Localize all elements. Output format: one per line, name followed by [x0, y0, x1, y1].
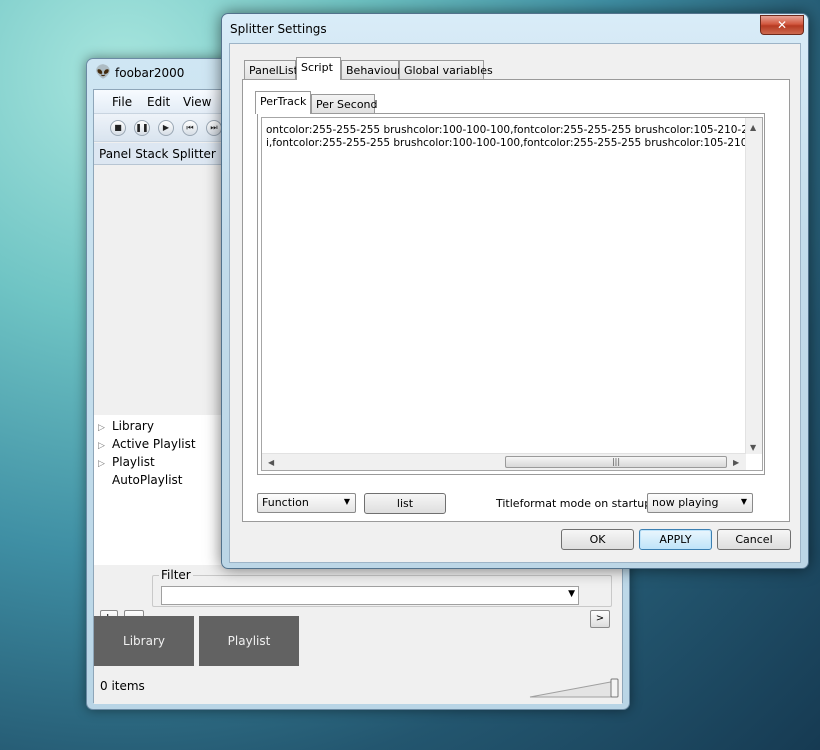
next-icon[interactable]: ⏭ [206, 120, 222, 136]
tree-item-label: Library [112, 419, 154, 433]
chevron-down-icon[interactable]: ▼ [741, 497, 747, 506]
tree-item-autoplaylist[interactable]: AutoPlaylist [98, 473, 183, 487]
script-line: ontcolor:255-255-255 brushcolor:100-100-… [266, 124, 763, 136]
chevron-down-icon[interactable]: ▼ [568, 589, 575, 599]
foobar-window-title: foobar2000 [115, 66, 185, 80]
status-items-count: 0 items [100, 679, 145, 693]
library-tree: ▷ Library ▷ Active Playlist ▷ Playlist Auto… [94, 415, 222, 565]
scroll-down-icon[interactable]: ▼ [750, 443, 756, 452]
script-line: i,fontcolor:255-255-255 brushcolor:100-1… [266, 137, 763, 149]
tree-item-label: Active Playlist [112, 437, 196, 451]
library-lower-panel: L ... Filter ▼ > Library Playlist 0 item… [94, 565, 622, 704]
volume-track [529, 680, 617, 698]
tab-playlist[interactable]: Playlist [199, 616, 299, 666]
pertrack-panel: ontcolor:255-255-255 brushcolor:100-100-… [257, 113, 765, 475]
tree-item-label: AutoPlaylist [112, 473, 183, 487]
titleformat-mode-label: Titleformat mode on startup: [496, 497, 655, 510]
tree-item-library[interactable]: ▷ Library [98, 419, 154, 433]
tab-global-variables[interactable]: Global variables [399, 60, 493, 80]
stop-icon[interactable]: ■ [110, 120, 126, 136]
list-button[interactable]: list [364, 493, 446, 514]
play-icon[interactable]: ▶ [158, 120, 174, 136]
tab-per-second[interactable]: Per Second [311, 94, 378, 114]
apply-button[interactable]: APPLY [639, 529, 712, 550]
volume-slider[interactable] [528, 677, 620, 699]
tab-panellist[interactable]: PanelList [244, 60, 298, 80]
tab-library[interactable]: Library [94, 616, 194, 666]
vertical-scrollbar[interactable]: ▲ ▼ [745, 118, 762, 454]
function-combo[interactable]: Function ▼ [257, 493, 356, 513]
tree-item-active-playlist[interactable]: ▷ Active Playlist [98, 437, 196, 451]
expand-arrow-icon[interactable]: ▷ [98, 423, 112, 433]
close-icon[interactable]: ✕ [760, 15, 804, 35]
tab-script[interactable]: Script [296, 57, 341, 80]
scroll-right-icon[interactable]: ▶ [733, 458, 739, 467]
tree-item-label: Playlist [112, 455, 155, 469]
dialog-client-area: PanelList Script Behaviour Global variab… [229, 43, 801, 563]
tab-pertrack[interactable]: PerTrack [255, 91, 311, 114]
filter-combo[interactable]: ▼ [161, 586, 579, 605]
cancel-button[interactable]: Cancel [717, 529, 791, 550]
titleformat-mode-value: now playing [652, 496, 719, 509]
pause-icon[interactable]: ❚❚ [134, 120, 150, 136]
chevron-down-icon[interactable]: ▼ [344, 497, 350, 506]
tab-behaviour[interactable]: Behaviour [341, 60, 402, 80]
volume-thumb[interactable] [610, 678, 619, 698]
menu-file[interactable]: File [112, 95, 132, 109]
tree-item-playlist[interactable]: ▷ Playlist [98, 455, 155, 469]
scroll-up-icon[interactable]: ▲ [750, 123, 756, 132]
splitter-settings-dialog: Splitter Settings ✕ PanelList Script Beh… [221, 13, 809, 569]
menu-edit[interactable]: Edit [147, 95, 170, 109]
foobar-logo-icon: 👽 [95, 65, 112, 80]
splitter-empty-area [94, 165, 222, 415]
script-editor[interactable]: ontcolor:255-255-255 brushcolor:100-100-… [261, 117, 763, 471]
titleformat-mode-combo[interactable]: now playing ▼ [647, 493, 753, 513]
menu-view[interactable]: View [183, 95, 211, 109]
function-combo-value: Function [262, 496, 309, 509]
dialog-title: Splitter Settings [230, 22, 327, 36]
scroll-left-icon[interactable]: ◀ [268, 458, 274, 467]
ok-button[interactable]: OK [561, 529, 634, 550]
filter-go-button[interactable]: > [590, 610, 610, 628]
horizontal-scrollbar[interactable]: ◀ ||| ▶ [262, 453, 746, 470]
filter-group: Filter ▼ [152, 568, 612, 607]
previous-icon[interactable]: ⏮ [182, 120, 198, 136]
expand-arrow-icon[interactable]: ▷ [98, 459, 112, 469]
expand-arrow-icon[interactable]: ▷ [98, 441, 112, 451]
filter-label: Filter [159, 568, 193, 582]
script-tab-panel: PerTrack Per Second ontcolor:255-255-255… [242, 79, 790, 522]
horizontal-scroll-thumb[interactable]: ||| [505, 456, 727, 468]
